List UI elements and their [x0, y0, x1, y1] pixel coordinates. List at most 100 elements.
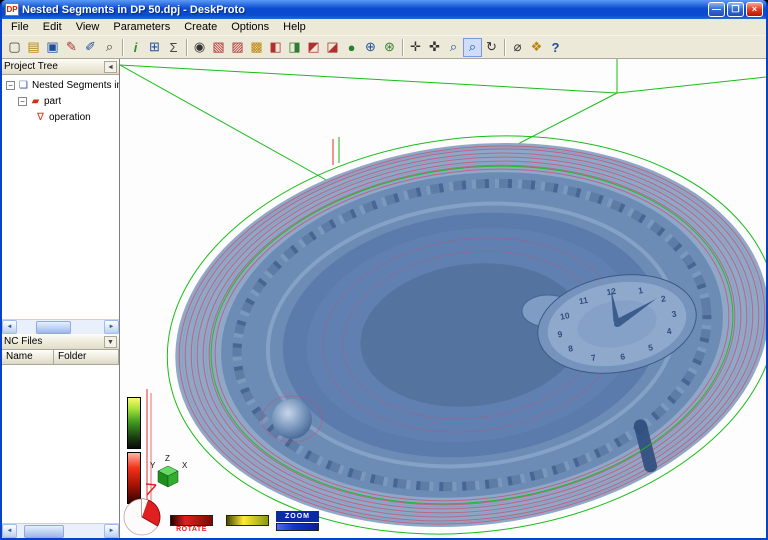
rotation-gauge: [122, 496, 162, 538]
collapse-section-icon[interactable]: ▼: [104, 336, 117, 348]
collapse-panel-icon[interactable]: ◄: [104, 61, 117, 73]
scrollbar-track[interactable]: [17, 320, 104, 334]
show-supports-icon[interactable]: ◧: [266, 38, 285, 57]
tree-node-label: Nested Segments in DP: [32, 80, 119, 91]
translate-drag-bar[interactable]: [226, 515, 269, 526]
window-title: Nested Segments in DP 50.dpj - DeskProto: [22, 4, 706, 16]
scroll-left-icon[interactable]: ◄: [2, 524, 17, 538]
tree-node-operation[interactable]: ∇ operation: [2, 109, 119, 125]
zoom-window-icon[interactable]: ⌕: [463, 38, 482, 57]
wizard-icon[interactable]: ✎: [62, 38, 81, 57]
measure-icon[interactable]: ⌀: [508, 38, 527, 57]
menu-edit[interactable]: Edit: [36, 20, 69, 35]
translate-widget[interactable]: [226, 515, 269, 526]
menu-parameters[interactable]: Parameters: [106, 20, 177, 35]
scroll-left-icon[interactable]: ◄: [2, 320, 17, 334]
zoom-drag-bar[interactable]: [276, 523, 319, 531]
open-file-icon[interactable]: ▤: [24, 38, 43, 57]
show-geometry-icon[interactable]: ▧: [209, 38, 228, 57]
main-area: Project Tree ◄ − ❏ Nested Segments in DP…: [2, 59, 766, 538]
nc-files-list[interactable]: [2, 365, 119, 523]
expander-icon[interactable]: −: [6, 81, 15, 90]
height-legend-bar: [127, 397, 141, 449]
axis-triad: Y Z X: [146, 451, 190, 499]
new-file-icon[interactable]: ▢: [5, 38, 24, 57]
tree-node-part[interactable]: − ▰ part: [2, 93, 119, 109]
write-nc-file-icon[interactable]: ✐: [81, 38, 100, 57]
3d-viewport[interactable]: 12 1 2 3 4 5 6 7 8 9 10 11: [120, 59, 766, 538]
render-sphere-icon[interactable]: ●: [342, 38, 361, 57]
rotate-view-icon[interactable]: ↻: [482, 38, 501, 57]
minimize-button[interactable]: —: [708, 2, 725, 17]
nc-files-header: NC Files ▼: [2, 334, 119, 350]
column-folder[interactable]: Folder: [54, 350, 119, 365]
tree-node-project[interactable]: − ❏ Nested Segments in DP: [2, 77, 119, 93]
3d-scene: 12 1 2 3 4 5 6 7 8 9 10 11: [120, 59, 766, 538]
print-preview-icon[interactable]: ⌕: [100, 38, 119, 57]
context-help-icon[interactable]: ?: [546, 38, 565, 57]
project-tree-title: Project Tree: [4, 61, 104, 72]
menu-create[interactable]: Create: [177, 20, 224, 35]
project-tree: − ❏ Nested Segments in DP − ▰ part ∇ ope…: [2, 75, 119, 319]
project-tree-header: Project Tree ◄: [2, 59, 119, 75]
render-globe-icon[interactable]: ⊕: [361, 38, 380, 57]
tree-node-label: part: [44, 96, 61, 107]
toolbar-separator: [122, 39, 123, 56]
scrollbar-thumb[interactable]: [24, 525, 64, 538]
operation-icon: ∇: [34, 112, 47, 123]
save-file-icon[interactable]: ▣: [43, 38, 62, 57]
scrollbar-thumb[interactable]: [36, 321, 71, 334]
pan-view-icon[interactable]: ✜: [425, 38, 444, 57]
left-panel: Project Tree ◄ − ❏ Nested Segments in DP…: [2, 59, 120, 538]
toolbar-separator: [504, 39, 505, 56]
nc-horizontal-scrollbar[interactable]: ◄ ►: [2, 523, 119, 538]
calculate-icon[interactable]: Σ: [164, 38, 183, 57]
menu-view[interactable]: View: [69, 20, 107, 35]
rotate-widget-label: ROTATE: [170, 526, 213, 533]
part-icon: ▰: [29, 96, 42, 107]
rotate-drag-bar[interactable]: [170, 515, 213, 526]
show-hide-icon[interactable]: ◉: [190, 38, 209, 57]
nc-files-title: NC Files: [4, 336, 104, 347]
scroll-right-icon[interactable]: ►: [104, 524, 119, 538]
info-icon[interactable]: i: [126, 38, 145, 57]
svg-text:10: 10: [559, 310, 570, 322]
scroll-right-icon[interactable]: ►: [104, 320, 119, 334]
zoom-extents-icon[interactable]: ✛: [406, 38, 425, 57]
tree-node-label: operation: [49, 112, 91, 123]
axis-z-label: Z: [165, 454, 170, 463]
zoom-widget[interactable]: ZOOM: [276, 511, 319, 531]
rotate-widget[interactable]: ROTATE: [170, 515, 213, 533]
titlebar[interactable]: DP Nested Segments in DP 50.dpj - DeskPr…: [2, 0, 766, 19]
nc-files-column-header: Name Folder: [2, 350, 119, 365]
app-window: DP Nested Segments in DP 50.dpj - DeskPr…: [0, 0, 768, 540]
show-toolpath-icon[interactable]: ◩: [304, 38, 323, 57]
scrollbar-track[interactable]: [17, 524, 104, 538]
axis-x-label: X: [182, 461, 188, 470]
show-simulation-icon[interactable]: ◪: [323, 38, 342, 57]
tree-horizontal-scrollbar[interactable]: ◄ ►: [2, 319, 119, 334]
color-settings-icon[interactable]: ❖: [527, 38, 546, 57]
show-milling-area-icon[interactable]: ▨: [228, 38, 247, 57]
render-globe-2-icon[interactable]: ⊛: [380, 38, 399, 57]
menu-help[interactable]: Help: [276, 20, 313, 35]
menubar: File Edit View Parameters Create Options…: [2, 19, 766, 36]
project-icon: ❏: [17, 80, 30, 91]
column-name[interactable]: Name: [2, 350, 54, 365]
show-tabs-icon[interactable]: ◨: [285, 38, 304, 57]
sphere-feature: [272, 399, 312, 439]
menu-file[interactable]: File: [4, 20, 36, 35]
toolbar-separator: [402, 39, 403, 56]
menu-options[interactable]: Options: [224, 20, 276, 35]
app-icon[interactable]: DP: [5, 3, 19, 16]
toolbar: ▢ ▤ ▣ ✎ ✐ ⌕ i ⊞ Σ ◉ ▧ ▨ ▩ ◧ ◨ ◩ ◪ ● ⊕ ⊛ …: [2, 36, 766, 59]
expander-icon[interactable]: −: [18, 97, 27, 106]
axis-y-label: Y: [150, 461, 156, 470]
toolbar-separator: [186, 39, 187, 56]
zoom-widget-label: ZOOM: [276, 511, 319, 522]
maximize-button[interactable]: ❐: [727, 2, 744, 17]
show-stock-icon[interactable]: ▩: [247, 38, 266, 57]
parameter-grid-icon[interactable]: ⊞: [145, 38, 164, 57]
close-button[interactable]: ×: [746, 2, 763, 17]
zoom-in-icon[interactable]: ⌕: [444, 38, 463, 57]
